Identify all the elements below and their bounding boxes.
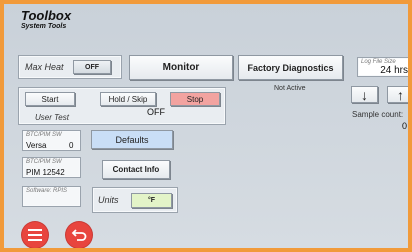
monitor-button[interactable]: Monitor [129, 55, 233, 80]
log-file-size-field[interactable]: Log File Size 24 hrs [357, 57, 408, 77]
btc-pim-sw-label-2: BTC/PIM SW [26, 159, 62, 165]
software-rpis-field: Software: RPIS [22, 186, 81, 207]
start-button[interactable]: Start [25, 92, 75, 106]
user-test-label: User Test [35, 113, 69, 122]
defaults-button[interactable]: Defaults [91, 130, 173, 149]
factory-diagnostics-button[interactable]: Factory Diagnostics [238, 55, 343, 80]
arrow-down-icon: ↓ [361, 86, 368, 103]
units-toggle[interactable]: °F [131, 193, 172, 208]
menu-button[interactable] [22, 222, 48, 248]
stop-button[interactable]: Stop [170, 92, 220, 106]
btc-pim-sw-value-1: 0 [69, 141, 74, 150]
page-title: Toolbox [21, 8, 72, 23]
max-heat-panel: Max Heat OFF [18, 55, 122, 79]
user-test-state: OFF [147, 107, 165, 117]
btc-pim-sw-value-2: PIM 12542 [26, 168, 65, 177]
menu-icon [28, 229, 42, 241]
contact-info-button[interactable]: Contact Info [102, 160, 170, 179]
btc-pim-sw-label-1: BTC/PIM SW [26, 132, 62, 138]
log-file-size-value: 24 hrs [380, 65, 408, 76]
hold-skip-button[interactable]: Hold / Skip [100, 92, 156, 106]
btc-pim-sw-name-1: Versa [26, 141, 47, 150]
max-heat-label: Max Heat [25, 62, 64, 72]
back-arrow-icon [71, 229, 87, 241]
arrow-up-button[interactable]: ↑ [387, 86, 408, 103]
page-subtitle: System Tools [21, 23, 67, 30]
sample-count-label: Sample count: [352, 110, 404, 119]
user-test-panel: Start Hold / Skip Stop User Test OFF [18, 87, 226, 125]
software-rpis-label: Software: RPIS [26, 188, 68, 194]
btc-pim-sw-field-1: BTC/PIM SW Versa 0 [22, 130, 81, 151]
units-label: Units [98, 195, 119, 205]
app-window: Toolbox System Tools Max Heat OFF Monito… [0, 0, 412, 252]
units-panel: Units °F [92, 187, 178, 213]
btc-pim-sw-field-2: BTC/PIM SW PIM 12542 [22, 157, 81, 178]
arrow-down-button[interactable]: ↓ [351, 86, 378, 103]
factory-status-text: Not Active [274, 85, 306, 92]
max-heat-toggle[interactable]: OFF [73, 60, 111, 74]
arrow-up-icon: ↑ [397, 86, 404, 103]
sample-count-value: 0 [402, 121, 408, 131]
back-button[interactable] [66, 222, 92, 248]
